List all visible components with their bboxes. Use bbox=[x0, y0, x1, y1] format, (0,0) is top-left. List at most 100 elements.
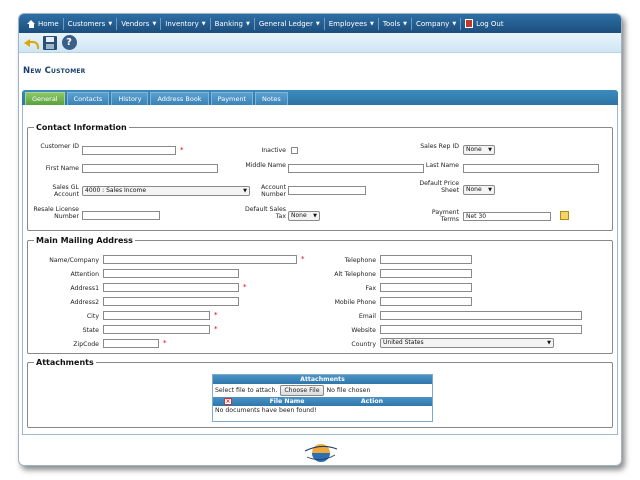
chevron-down-icon: ▼ bbox=[547, 340, 551, 346]
default-sales-tax-value: None bbox=[291, 212, 307, 219]
alt-telephone-label: Alt Telephone bbox=[334, 271, 376, 278]
mobile-phone-field[interactable] bbox=[380, 297, 472, 306]
sales-rep-select[interactable]: None ▼ bbox=[463, 145, 495, 155]
chevron-down-icon: ▼ bbox=[403, 20, 407, 27]
payment-terms-label: Payment Terms bbox=[431, 209, 459, 223]
action-column-header: Action bbox=[360, 398, 384, 405]
nav-inventory[interactable]: Inventory ▼ bbox=[161, 14, 209, 33]
back-button[interactable] bbox=[23, 35, 39, 51]
address2-field[interactable] bbox=[103, 297, 239, 306]
nav-customers[interactable]: Customers ▼ bbox=[64, 14, 117, 33]
name-company-field[interactable] bbox=[103, 255, 297, 264]
middle-name-label: Middle Name bbox=[245, 162, 286, 169]
country-value: United States bbox=[383, 339, 424, 346]
nav-employees[interactable]: Employees ▼ bbox=[325, 14, 378, 33]
website-field[interactable] bbox=[380, 325, 582, 334]
tab-history[interactable]: History bbox=[111, 92, 149, 105]
tab-address-book[interactable]: Address Book bbox=[150, 92, 209, 105]
file-name-column-header: File Name bbox=[269, 398, 305, 405]
save-button[interactable] bbox=[42, 35, 58, 51]
resale-license-field[interactable] bbox=[82, 211, 160, 220]
chevron-down-icon: ▼ bbox=[313, 213, 317, 219]
tab-contacts[interactable]: Contacts bbox=[66, 92, 110, 105]
sales-rep-value: None bbox=[466, 146, 482, 153]
required-marker: * bbox=[214, 311, 218, 319]
section-legend: Contact Information bbox=[36, 123, 127, 132]
tab-general[interactable]: General bbox=[25, 92, 65, 105]
address1-field[interactable] bbox=[103, 283, 239, 292]
country-label: Country bbox=[351, 341, 376, 348]
customer-id-label: Customer ID bbox=[40, 143, 79, 150]
main-mailing-address-section: Main Mailing Address bbox=[27, 236, 613, 354]
help-button[interactable]: ? bbox=[61, 35, 77, 51]
nav-banking[interactable]: Banking ▼ bbox=[211, 14, 254, 33]
name-company-label: Name/Company bbox=[49, 257, 99, 264]
company-logo-icon bbox=[304, 444, 338, 462]
sales-rep-label: Sales Rep ID bbox=[420, 143, 459, 150]
chevron-down-icon: ▼ bbox=[201, 20, 206, 27]
alt-telephone-field[interactable] bbox=[380, 269, 472, 278]
inactive-label: Inactive bbox=[261, 147, 286, 154]
account-number-field[interactable] bbox=[288, 186, 366, 195]
last-name-field[interactable] bbox=[463, 164, 599, 173]
state-field[interactable] bbox=[103, 325, 210, 334]
chevron-down-icon: ▼ bbox=[488, 147, 492, 153]
sales-gl-account-value: 4000 : Sales Income bbox=[85, 187, 147, 194]
toolbar: ? bbox=[19, 33, 621, 53]
nav-tools[interactable]: Tools ▼ bbox=[379, 14, 411, 33]
attachment-upload-row: Select file to attach. Choose File No fi… bbox=[213, 384, 432, 397]
help-icon: ? bbox=[61, 35, 77, 50]
customer-id-field[interactable] bbox=[82, 146, 176, 155]
required-marker: * bbox=[243, 283, 247, 291]
nav-home[interactable]: Home bbox=[23, 14, 63, 33]
city-field[interactable] bbox=[103, 311, 210, 320]
chevron-down-icon: ▼ bbox=[246, 20, 250, 27]
attention-field[interactable] bbox=[103, 269, 239, 278]
edit-pencil-icon[interactable] bbox=[560, 211, 569, 220]
tab-content: Contact Information Customer ID * Inacti… bbox=[22, 105, 618, 435]
first-name-label: First Name bbox=[45, 165, 79, 172]
nav-vendors-label: Vendors bbox=[121, 19, 150, 28]
price-sheet-select[interactable]: None ▼ bbox=[463, 185, 495, 195]
email-field[interactable] bbox=[380, 311, 582, 320]
address1-label: Address1 bbox=[70, 285, 99, 292]
tab-notes[interactable]: Notes bbox=[255, 92, 288, 105]
resale-license-label: Resale License Number bbox=[33, 206, 79, 220]
nav-vendors[interactable]: Vendors ▼ bbox=[117, 14, 160, 33]
section-legend: Attachments bbox=[36, 358, 94, 367]
sales-gl-account-select[interactable]: 4000 : Sales Income ▼ bbox=[82, 186, 250, 196]
country-select[interactable]: United States ▼ bbox=[380, 338, 554, 348]
nav-logout-label: Log Out bbox=[476, 19, 504, 28]
price-sheet-value: None bbox=[466, 186, 482, 193]
nav-logout[interactable]: Log Out bbox=[461, 14, 507, 33]
mobile-phone-label: Mobile Phone bbox=[334, 299, 376, 306]
app-window: Home Customers ▼ Vendors ▼ Inventory ▼ Bank… bbox=[18, 13, 622, 466]
top-navigation: Home Customers ▼ Vendors ▼ Inventory ▼ Bank… bbox=[19, 14, 621, 33]
choose-file-button[interactable]: Choose File bbox=[280, 385, 324, 396]
nav-employees-label: Employees bbox=[328, 19, 368, 28]
nav-company[interactable]: Company ▼ bbox=[412, 14, 460, 33]
delete-icon[interactable]: × bbox=[224, 398, 232, 405]
no-file-chosen-text: No file chosen bbox=[326, 387, 371, 394]
telephone-field[interactable] bbox=[380, 255, 472, 264]
inactive-checkbox[interactable] bbox=[291, 147, 298, 154]
attachments-table: Attachments Select file to attach. Choos… bbox=[212, 374, 433, 422]
account-number-label: Account Number bbox=[261, 184, 286, 198]
required-marker: * bbox=[180, 146, 184, 154]
nav-home-label: Home bbox=[38, 19, 59, 28]
middle-name-field[interactable] bbox=[288, 164, 424, 173]
last-name-label: Last Name bbox=[425, 162, 459, 169]
section-legend: Main Mailing Address bbox=[36, 236, 133, 245]
telephone-label: Telephone bbox=[344, 257, 376, 264]
default-sales-tax-label: Default Sales Tax bbox=[244, 206, 286, 220]
default-sales-tax-select[interactable]: None ▼ bbox=[288, 211, 320, 221]
tab-payment[interactable]: Payment bbox=[210, 92, 254, 105]
payment-terms-field[interactable]: Net 30 bbox=[463, 212, 551, 221]
fax-field[interactable] bbox=[380, 283, 472, 292]
attachments-table-header: × File Name Action bbox=[213, 397, 432, 406]
first-name-field[interactable] bbox=[82, 164, 218, 173]
zipcode-label: ZipCode bbox=[73, 341, 99, 348]
nav-general-ledger[interactable]: General Ledger ▼ bbox=[255, 14, 324, 33]
chevron-down-icon: ▼ bbox=[315, 20, 320, 27]
zipcode-field[interactable] bbox=[103, 339, 159, 348]
